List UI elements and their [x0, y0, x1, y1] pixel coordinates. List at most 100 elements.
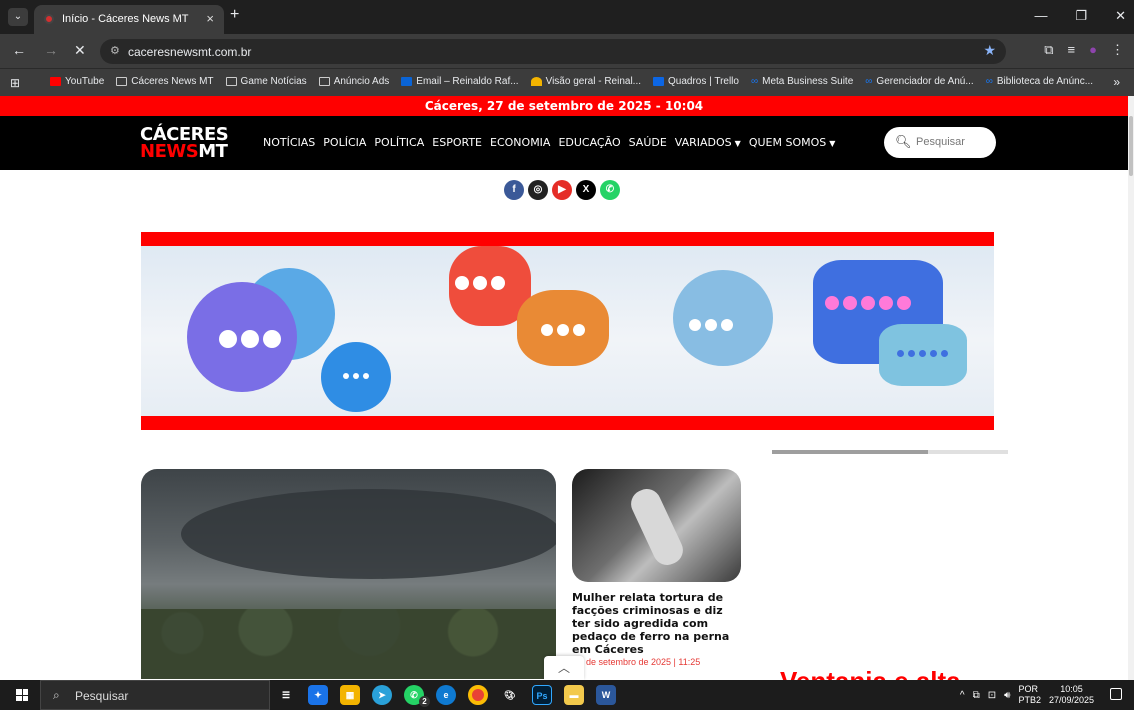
bookmark-item[interactable]: ∞ Gerenciador de Anú...: [865, 76, 973, 87]
bookmark-star-icon[interactable]: ★: [983, 42, 996, 59]
nav-item-quem-somos[interactable]: QUEM SOMOS ▼: [749, 136, 836, 149]
typing-dots-icon: [343, 373, 369, 379]
nav-item-label: VARIADOS: [674, 136, 732, 149]
partial-headline[interactable]: Ventania e alta: [780, 666, 961, 680]
site-logo[interactable]: CÁCERES NEWSMT: [140, 125, 229, 163]
nav-item-label: EDUCAÇÃO: [558, 136, 621, 149]
whatsapp-icon[interactable]: ✆: [600, 180, 620, 200]
language-indicator[interactable]: POR PTB2: [1018, 684, 1041, 706]
bookmark-item[interactable]: Quadros | Trello: [653, 76, 739, 87]
tab-title: Início - Cáceres News MT: [62, 13, 189, 25]
nav-item-label: POLÍTICA: [374, 136, 425, 149]
notifications-icon[interactable]: [1110, 688, 1122, 700]
file-explorer-icon[interactable]: ▬: [564, 685, 584, 705]
paint-icon[interactable]: 🎨︎: [500, 685, 520, 705]
bookmark-label: YouTube: [65, 76, 105, 87]
nav-item-label: QUEM SOMOS: [748, 136, 827, 149]
bookmark-item[interactable]: Anúncio Ads: [318, 76, 389, 87]
bookmark-item[interactable]: YouTube: [50, 76, 104, 87]
page-scrollbar[interactable]: [1128, 96, 1134, 680]
chrome-icon[interactable]: [468, 685, 488, 705]
window-controls: — ❐ ✕: [1034, 8, 1126, 24]
back-arrow-icon[interactable]: ←: [12, 42, 26, 58]
whatsapp-icon[interactable]: ✆ 2: [404, 685, 430, 707]
telegram-icon[interactable]: ➤: [372, 685, 392, 705]
task-view-icon[interactable]: ☰: [276, 685, 296, 705]
typing-dots-icon: [455, 276, 505, 290]
featured-news-image[interactable]: [141, 469, 556, 679]
bookmark-item[interactable]: Game Notícias: [225, 76, 307, 87]
nav-item-variados[interactable]: VARIADOS ▼: [675, 136, 741, 149]
tab-search-dropdown-icon[interactable]: ⌄: [8, 8, 28, 26]
search-icon[interactable]: 🔍︎: [895, 134, 912, 150]
profile-avatar-icon[interactable]: ●: [1089, 42, 1097, 58]
bookmark-item[interactable]: Visão geral - Reinal...: [530, 76, 641, 87]
youtube-icon[interactable]: ▶: [552, 180, 572, 200]
news-card-title[interactable]: Mulher relata tortura de facções crimino…: [572, 591, 742, 656]
taskbar-search-icon: ⌕: [53, 688, 60, 702]
news-card-image[interactable]: [572, 469, 741, 582]
network-icon[interactable]: ⊡: [988, 690, 996, 701]
volume-icon[interactable]: 🔊︎: [1004, 690, 1010, 701]
photo-figure: [626, 484, 688, 570]
logo-news: NEWS: [140, 141, 199, 163]
tray-chevron-icon[interactable]: ^: [960, 690, 965, 701]
nav-item-economia[interactable]: ECONOMIA: [490, 136, 550, 149]
nav-item-label: POLÍCIA: [323, 136, 367, 149]
search-input[interactable]: Pesquisar: [916, 136, 965, 148]
facebook-icon[interactable]: f: [504, 180, 524, 200]
word-icon[interactable]: W: [596, 685, 616, 705]
nav-item-saúde[interactable]: SAÚDE: [629, 136, 667, 149]
bookmark-label: Quadros | Trello: [668, 76, 739, 87]
copilot-icon[interactable]: ✦: [308, 685, 328, 705]
close-window-icon[interactable]: ✕: [1115, 8, 1126, 24]
maximize-icon[interactable]: ❐: [1075, 8, 1087, 24]
photoshop-icon[interactable]: Ps: [532, 685, 552, 705]
browser-menu-icon[interactable]: ⋮: [1111, 42, 1124, 58]
logo-newsmt: NEWSMT: [140, 141, 228, 163]
chevron-down-icon: ▼: [829, 139, 836, 148]
whatsapp-badge: 2: [419, 696, 430, 707]
news-card-date: de setembro de 2025 | 11:25: [586, 657, 701, 667]
extensions-icon[interactable]: ⧉: [1044, 42, 1053, 58]
stop-loading-icon[interactable]: ✕: [74, 42, 86, 59]
hero-banner[interactable]: [141, 232, 994, 430]
site-search[interactable]: 🔍︎ Pesquisar: [884, 127, 996, 158]
forward-arrow-icon[interactable]: →: [44, 42, 58, 58]
typing-dots-icon: [219, 330, 281, 348]
browser-tab[interactable]: Início - Cáceres News MT ×: [34, 5, 224, 34]
store-icon[interactable]: ▦: [340, 685, 360, 705]
site-info-icon[interactable]: ⚙: [110, 44, 120, 57]
nav-item-política[interactable]: POLÍTICA: [374, 136, 424, 149]
bookmark-item[interactable]: Cáceres News MT: [116, 76, 214, 87]
nav-item-educação[interactable]: EDUCAÇÃO: [558, 136, 620, 149]
more-bookmarks-icon[interactable]: »: [1113, 75, 1120, 89]
start-button-icon[interactable]: [16, 689, 28, 701]
nav-item-label: ESPORTE: [432, 136, 483, 149]
instagram-icon[interactable]: ◎: [528, 180, 548, 200]
nav-item-notícias[interactable]: NOTÍCIAS: [263, 136, 315, 149]
nav-item-esporte[interactable]: ESPORTE: [432, 136, 482, 149]
tab-close-icon[interactable]: ×: [206, 11, 214, 26]
nav-item-label: ECONOMIA: [490, 136, 551, 149]
omnibox[interactable]: ⚙ caceresnewsmt.com.br ★: [100, 39, 1006, 64]
media-controls-icon[interactable]: ≡: [1068, 42, 1076, 58]
windows-taskbar: ⌕ Pesquisar ☰ ✦ ▦ ➤ ✆ 2 e 🎨︎ Ps ▬ W ^ ⧉ ⊡…: [0, 680, 1134, 710]
bookmark-item[interactable]: ∞ Biblioteca de Anúnc...: [986, 76, 1093, 87]
nav-item-polícia[interactable]: POLÍCIA: [323, 136, 366, 149]
url-text[interactable]: caceresnewsmt.com.br: [128, 45, 251, 59]
apps-grid-icon[interactable]: ⊞: [10, 76, 20, 90]
clock[interactable]: 10:05 27/09/2025: [1049, 684, 1094, 706]
bookmark-item[interactable]: Email – Reinaldo Raf...: [401, 76, 519, 87]
x-icon[interactable]: X: [576, 180, 596, 200]
outlook-icon: [401, 77, 413, 86]
minimize-icon[interactable]: —: [1034, 8, 1047, 24]
taskbar-search[interactable]: ⌕ Pesquisar: [40, 680, 270, 710]
bookmark-label: Visão geral - Reinal...: [545, 76, 641, 87]
scroll-to-top-button[interactable]: ︿: [544, 656, 584, 680]
tray-app-icon[interactable]: ⧉: [973, 690, 980, 701]
new-tab-icon[interactable]: +: [230, 6, 239, 24]
edge-icon[interactable]: e: [436, 685, 456, 705]
bookmark-item[interactable]: ∞ Meta Business Suite: [751, 76, 853, 87]
scrollbar-thumb[interactable]: [1129, 116, 1133, 176]
